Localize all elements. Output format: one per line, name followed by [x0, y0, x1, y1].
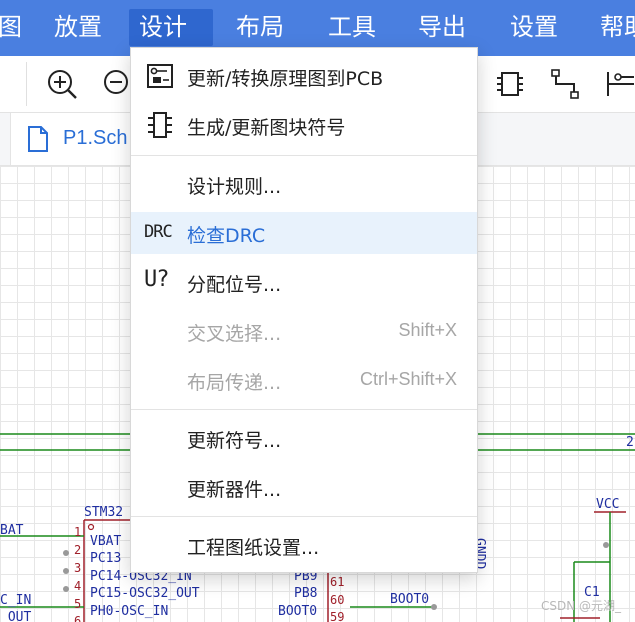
menu-item-shortcut: Ctrl+Shift+X — [359, 369, 457, 389]
menu-divider — [131, 516, 477, 517]
menu-item-label: 更新符号... — [187, 430, 282, 452]
tab-label: P1.Sch — [63, 127, 128, 149]
menu-divider — [131, 155, 477, 156]
net-label-out: _OUT — [0, 610, 31, 622]
pin-number: 60 — [330, 593, 344, 607]
net-label-c-in: C_IN — [0, 593, 31, 608]
pin-name: VBAT — [90, 534, 121, 549]
menu-item-label: 更新/转换原理图到PCB — [187, 68, 384, 90]
pin-number: 3 — [74, 561, 81, 575]
menu-design[interactable]: 设计 — [129, 9, 213, 46]
menu-item-label: 生成/更新图块符号 — [187, 117, 346, 139]
menu-item-assign-designators[interactable]: U? 分配位号... — [131, 261, 477, 303]
net-number-label: 2 — [626, 435, 634, 450]
menu-item-label: 检查DRC — [187, 225, 266, 247]
pin-name: PB8 — [294, 586, 317, 601]
menu-item-cross-select: 交叉选择... Shift+X — [131, 310, 477, 352]
pin-number: 6 — [74, 614, 81, 622]
menu-export[interactable]: 导出 — [408, 9, 476, 46]
menu-item-sheet-settings[interactable]: 工程图纸设置... — [131, 524, 477, 566]
menu-item-label: 工程图纸设置... — [187, 537, 320, 559]
drc-icon: DRC — [144, 222, 173, 242]
menu-item-update-device[interactable]: 更新器件... — [131, 466, 477, 508]
menu-item-shortcut: Shift+X — [398, 320, 457, 340]
menu-place[interactable]: 放置 — [44, 9, 112, 46]
menu-item-label: 设计规则... — [187, 176, 282, 198]
menu-item-layout-transfer: 布局传递... Ctrl+Shift+X — [131, 359, 477, 401]
watermark: CSDN @元湖_ — [540, 599, 621, 613]
pin-number: 61 — [330, 575, 344, 589]
pin-number: 59 — [330, 610, 344, 622]
menu-help[interactable]: 帮助 — [590, 9, 635, 46]
pin-name: PC13 — [90, 551, 121, 566]
menu-item-label: 分配位号... — [187, 274, 282, 296]
menu-settings[interactable]: 设置 — [500, 9, 568, 46]
pin-number: 4 — [74, 579, 81, 593]
pin-name: PH0-OSC_IN — [90, 604, 168, 619]
zoom-in-icon[interactable] — [46, 68, 78, 100]
pin-number: 5 — [74, 597, 81, 611]
document-icon — [28, 126, 48, 152]
pcb-update-icon — [147, 64, 173, 88]
net-label-icon[interactable] — [550, 68, 582, 100]
net-label-boot0: BOOT0 — [390, 592, 429, 607]
component-ref: STM32 — [84, 505, 123, 520]
menu-item-check-drc[interactable]: DRC 检查DRC — [131, 212, 477, 254]
pin-number: 2 — [74, 543, 81, 557]
menu-view[interactable]: 图 — [0, 9, 32, 46]
designator-icon: U? — [144, 267, 169, 292]
menu-item-label: 布局传递... — [187, 372, 282, 394]
pin-icon[interactable] — [604, 68, 635, 100]
vcc-label: VCC — [596, 497, 619, 512]
chip-icon[interactable] — [494, 68, 526, 100]
menu-layout[interactable]: 布局 — [226, 9, 294, 46]
menu-item-update-pcb[interactable]: 更新/转换原理图到PCB — [131, 55, 477, 97]
menu-item-generate-block-symbol[interactable]: 生成/更新图块符号 — [131, 104, 477, 146]
pin-name: PC15-OSC32_OUT — [90, 586, 200, 601]
net-label-bat: BAT — [0, 523, 24, 538]
menu-divider — [131, 409, 477, 410]
design-menu-dropdown: 更新/转换原理图到PCB 生成/更新图块符号 设计规则... DRC 检查DRC… — [130, 47, 478, 573]
pin-number: 1 — [74, 525, 81, 539]
toolbar-divider — [26, 62, 27, 106]
menu-item-design-rules[interactable]: 设计规则... — [131, 163, 477, 205]
menu-item-update-symbol[interactable]: 更新符号... — [131, 417, 477, 459]
menu-item-label: 更新器件... — [187, 479, 282, 501]
symbol-block-icon — [148, 112, 172, 138]
tab-p1-sch[interactable]: P1.Sch — [10, 113, 142, 165]
pin-name: BOOT0 — [278, 604, 317, 619]
menu-item-label: 交叉选择... — [187, 323, 282, 345]
menu-tools[interactable]: 工具 — [318, 9, 386, 46]
